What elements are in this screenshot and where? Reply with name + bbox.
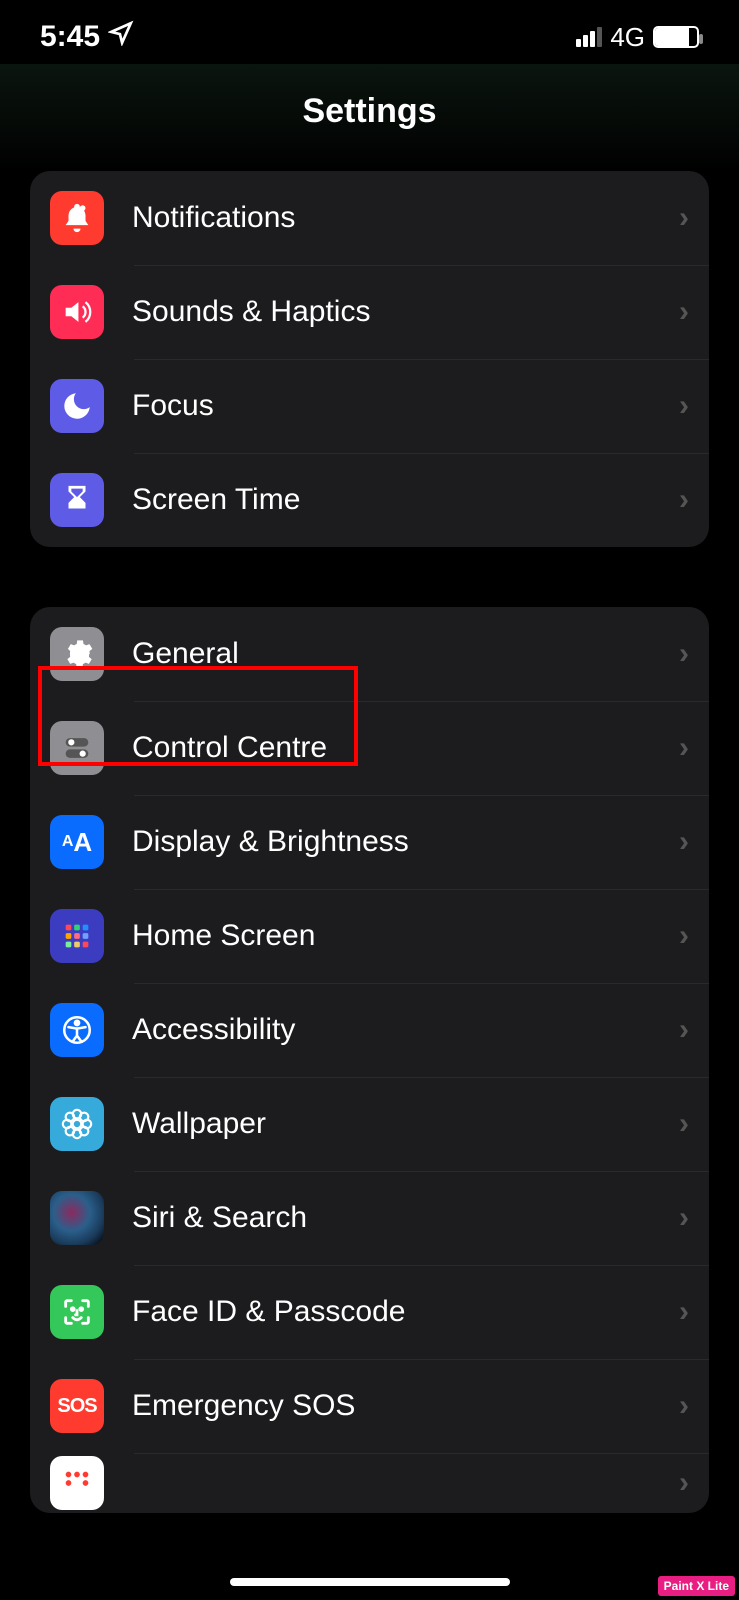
row-label: Accessibility bbox=[132, 1013, 679, 1047]
home-indicator[interactable] bbox=[230, 1578, 510, 1586]
chevron-right-icon: › bbox=[679, 1466, 689, 1500]
row-label: Notifications bbox=[132, 201, 679, 235]
row-display[interactable]: AA Display & Brightness › bbox=[30, 795, 709, 889]
status-right: 4G bbox=[576, 22, 699, 53]
chevron-right-icon: › bbox=[679, 1389, 689, 1423]
row-label: Siri & Search bbox=[132, 1201, 679, 1235]
row-label: Emergency SOS bbox=[132, 1389, 679, 1423]
row-sos[interactable]: SOS Emergency SOS › bbox=[30, 1359, 709, 1453]
chevron-right-icon: › bbox=[679, 295, 689, 329]
row-label: General bbox=[132, 637, 679, 671]
chevron-right-icon: › bbox=[679, 483, 689, 517]
chevron-right-icon: › bbox=[679, 1201, 689, 1235]
chevron-right-icon: › bbox=[679, 1013, 689, 1047]
siri-icon bbox=[50, 1191, 104, 1245]
row-siri[interactable]: Siri & Search › bbox=[30, 1171, 709, 1265]
toggles-icon bbox=[50, 721, 104, 775]
chevron-right-icon: › bbox=[679, 201, 689, 235]
row-label: Control Centre bbox=[132, 731, 679, 765]
flower-icon bbox=[50, 1097, 104, 1151]
location-arrow-icon bbox=[108, 20, 134, 54]
person-icon bbox=[50, 1003, 104, 1057]
row-label: Wallpaper bbox=[132, 1107, 679, 1141]
gear-icon bbox=[50, 627, 104, 681]
row-label: Face ID & Passcode bbox=[132, 1295, 679, 1329]
chevron-right-icon: › bbox=[679, 1295, 689, 1329]
hourglass-icon bbox=[50, 473, 104, 527]
row-homescreen[interactable]: Home Screen › bbox=[30, 889, 709, 983]
chevron-right-icon: › bbox=[679, 731, 689, 765]
row-label: Display & Brightness bbox=[132, 825, 679, 859]
page-title: Settings bbox=[0, 92, 739, 131]
row-exposure[interactable]: › bbox=[30, 1453, 709, 1513]
chevron-right-icon: › bbox=[679, 919, 689, 953]
row-sounds[interactable]: Sounds & Haptics › bbox=[30, 265, 709, 359]
row-controlcentre[interactable]: Control Centre › bbox=[30, 701, 709, 795]
row-label: Screen Time bbox=[132, 483, 679, 517]
chevron-right-icon: › bbox=[679, 1107, 689, 1141]
settings-group-2: General › Control Centre › AA Display & … bbox=[30, 607, 709, 1513]
moon-icon bbox=[50, 379, 104, 433]
row-wallpaper[interactable]: Wallpaper › bbox=[30, 1077, 709, 1171]
row-focus[interactable]: Focus › bbox=[30, 359, 709, 453]
row-notifications[interactable]: Notifications › bbox=[30, 171, 709, 265]
exposure-icon bbox=[50, 1456, 104, 1510]
row-label: Focus bbox=[132, 389, 679, 423]
row-label: Sounds & Haptics bbox=[132, 295, 679, 329]
battery-icon bbox=[653, 26, 699, 48]
row-faceid[interactable]: Face ID & Passcode › bbox=[30, 1265, 709, 1359]
chevron-right-icon: › bbox=[679, 389, 689, 423]
cellular-signal-icon bbox=[576, 27, 602, 47]
chevron-right-icon: › bbox=[679, 637, 689, 671]
row-screentime[interactable]: Screen Time › bbox=[30, 453, 709, 547]
row-general[interactable]: General › bbox=[30, 607, 709, 701]
apps-icon bbox=[50, 909, 104, 963]
status-bar: 5:45 4G bbox=[0, 0, 739, 64]
network-type: 4G bbox=[610, 22, 645, 53]
face-icon bbox=[50, 1285, 104, 1339]
page-header: Settings bbox=[0, 64, 739, 171]
settings-group-1: Notifications › Sounds & Haptics › Focus… bbox=[30, 171, 709, 547]
status-left: 5:45 bbox=[40, 20, 134, 54]
speaker-icon bbox=[50, 285, 104, 339]
row-label: Home Screen bbox=[132, 919, 679, 953]
status-time: 5:45 bbox=[40, 20, 100, 54]
watermark: Paint X Lite bbox=[658, 1576, 735, 1596]
row-accessibility[interactable]: Accessibility › bbox=[30, 983, 709, 1077]
sos-icon: SOS bbox=[50, 1379, 104, 1433]
chevron-right-icon: › bbox=[679, 825, 689, 859]
bell-icon bbox=[50, 191, 104, 245]
aa-icon: AA bbox=[50, 815, 104, 869]
